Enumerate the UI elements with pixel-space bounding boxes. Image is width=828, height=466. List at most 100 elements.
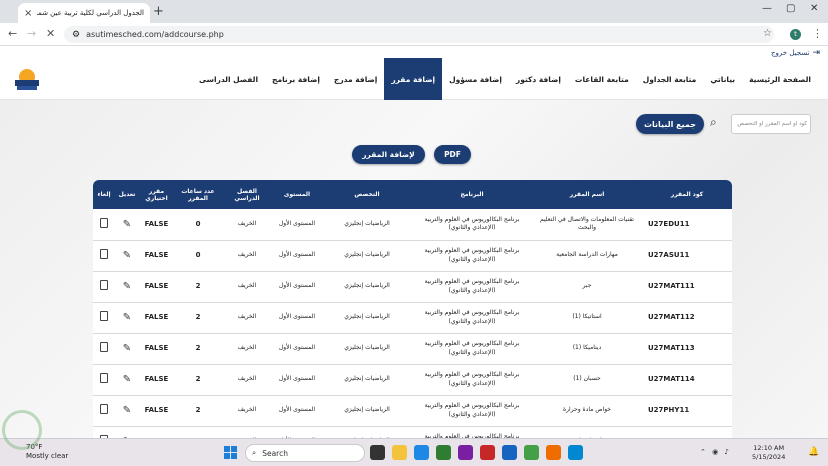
new-tab-button[interactable]: + bbox=[153, 4, 164, 19]
close-window-icon[interactable]: ✕ bbox=[810, 3, 818, 14]
search-input[interactable]: كود او اسم المقرر او التخصص bbox=[731, 114, 811, 134]
nav-item-4[interactable]: إضافة دكتور bbox=[509, 58, 568, 100]
cell-name: خواص مادة وحرارة bbox=[532, 395, 642, 427]
cell-elective: FALSE bbox=[139, 302, 174, 334]
cell-name: ديناميكا (1) bbox=[532, 333, 642, 365]
table-row: U27MAT111 جبر برنامج البكالوريوس في العلوم… bbox=[93, 271, 732, 303]
table-row: U27PHY11 خواص مادة وحرارة برنامج البكالوري… bbox=[93, 395, 732, 427]
delete-cell bbox=[93, 333, 115, 365]
cell-elective: FALSE bbox=[139, 240, 174, 272]
app-icon[interactable] bbox=[546, 445, 561, 460]
edit-icon[interactable]: ✎ bbox=[123, 250, 131, 261]
cell-hours: 2 bbox=[174, 302, 222, 334]
nav-item-8[interactable]: إضافة برنامج bbox=[265, 58, 327, 100]
delete-cell bbox=[93, 209, 115, 241]
cell-level: المستوى الأول bbox=[272, 209, 322, 241]
windows-taskbar: 70°F Mostly clear ⌕ Search ⌃ ◉ ♪ 12:10 A… bbox=[0, 438, 828, 466]
cell-spec: الرياضيات إنجليزي bbox=[322, 302, 412, 334]
app-icon[interactable] bbox=[568, 445, 583, 460]
cell-hours: 0 bbox=[174, 209, 222, 241]
cell-name: مهارات الدراسة الجامعية bbox=[532, 240, 642, 272]
browser-tab[interactable]: × الجدول الدراسي لكلية تربية عين شمس bbox=[18, 3, 150, 23]
edit-icon[interactable]: ✎ bbox=[123, 374, 131, 385]
cell-name: كيمياء عامة bbox=[532, 426, 642, 438]
delete-cell bbox=[93, 395, 115, 427]
edit-icon[interactable]: ✎ bbox=[123, 219, 131, 230]
browser-tab-bar: × الجدول الدراسي لكلية تربية عين شمس + —… bbox=[0, 0, 828, 23]
word-icon[interactable] bbox=[502, 445, 517, 460]
chrome-icon[interactable] bbox=[524, 445, 539, 460]
edit-icon[interactable]: ✎ bbox=[123, 405, 131, 416]
logout-link[interactable]: تسجيل خروج ⇥ bbox=[771, 48, 820, 58]
cell-spec: الرياضيات إنجليزي bbox=[322, 209, 412, 241]
all-data-button[interactable]: جميع البيانات bbox=[636, 114, 704, 134]
cell-program: برنامج البكالوريوس في العلوم والتربية (ا… bbox=[412, 240, 532, 272]
cell-name: حسبان (1) bbox=[532, 364, 642, 396]
delete-icon[interactable] bbox=[100, 279, 108, 290]
forward-icon[interactable]: → bbox=[27, 27, 36, 40]
profile-avatar[interactable]: t bbox=[790, 29, 801, 40]
edit-cell: ✎ bbox=[115, 209, 139, 241]
file-explorer-icon[interactable] bbox=[392, 445, 407, 460]
edge-icon[interactable] bbox=[414, 445, 429, 460]
add-course-button[interactable]: لإضافة المقرر bbox=[352, 145, 425, 164]
cell-spec: الرياضيات إنجليزي bbox=[322, 395, 412, 427]
delete-icon[interactable] bbox=[100, 217, 108, 228]
delete-icon[interactable] bbox=[100, 310, 108, 321]
bookmark-star-icon[interactable]: ☆ bbox=[763, 28, 772, 39]
delete-icon[interactable] bbox=[100, 248, 108, 259]
cell-name: جبر bbox=[532, 271, 642, 303]
cell-elective: FALSE bbox=[139, 395, 174, 427]
cell-spec: الرياضيات إنجليزي bbox=[322, 333, 412, 365]
delete-icon[interactable] bbox=[100, 403, 108, 414]
store-icon[interactable] bbox=[436, 445, 451, 460]
url-text: asutimesched.com/addcourse.php bbox=[86, 30, 224, 39]
delete-icon[interactable] bbox=[100, 341, 108, 352]
delete-icon[interactable] bbox=[100, 372, 108, 383]
nav-item-0[interactable]: الصفحة الرئيسية bbox=[742, 58, 818, 100]
nav-item-5[interactable]: إضافة مسؤول bbox=[442, 58, 509, 100]
cell-spec: الرياضيات إنجليزي bbox=[322, 240, 412, 272]
nav-item-3[interactable]: متابعة القاعات bbox=[568, 58, 636, 100]
maximize-icon[interactable]: ▢ bbox=[786, 3, 795, 14]
nav-item-6[interactable]: إضافة مقرر bbox=[384, 58, 443, 100]
app-icon[interactable] bbox=[458, 445, 473, 460]
delete-cell bbox=[93, 302, 115, 334]
taskbar-search[interactable]: ⌕ Search bbox=[245, 444, 365, 462]
cell-level: المستوى الأول bbox=[272, 240, 322, 272]
edit-icon[interactable]: ✎ bbox=[123, 343, 131, 354]
edit-cell: ✎ bbox=[115, 395, 139, 427]
edit-cell: ✎ bbox=[115, 302, 139, 334]
clock[interactable]: 12:10 AM 5/15/2024 bbox=[752, 444, 785, 462]
search-icon[interactable]: ⌕ bbox=[710, 115, 717, 130]
cell-code: U27CHEM11 bbox=[642, 426, 732, 438]
clock-date: 5/15/2024 bbox=[752, 453, 786, 462]
browser-menu-icon[interactable]: ⋮ bbox=[812, 27, 823, 40]
back-icon[interactable]: ← bbox=[8, 27, 17, 40]
table-row: U27MAT112 استاتيكا (1) برنامج البكالوريوس … bbox=[93, 302, 732, 334]
stop-icon[interactable]: ✕ bbox=[46, 27, 55, 40]
edit-icon[interactable]: ✎ bbox=[123, 312, 131, 323]
mail-icon[interactable] bbox=[480, 445, 495, 460]
edit-icon[interactable]: ✎ bbox=[123, 281, 131, 292]
cell-code: U27MAT111 bbox=[642, 271, 732, 303]
url-field[interactable]: ⚙ asutimesched.com/addcourse.php bbox=[64, 26, 774, 43]
pdf-button[interactable]: PDF bbox=[434, 145, 471, 164]
site-info-icon[interactable]: ⚙ bbox=[72, 30, 80, 40]
start-icon[interactable] bbox=[224, 446, 237, 459]
cell-level: المستوى الأول bbox=[272, 302, 322, 334]
column-header: اسم المقرر bbox=[532, 180, 642, 209]
cell-term: الخريف bbox=[222, 209, 272, 241]
cell-elective: FALSE bbox=[139, 364, 174, 396]
nav-item-9[interactable]: الفصل الدراسى bbox=[192, 58, 265, 100]
tab-close-icon[interactable]: × bbox=[24, 8, 32, 19]
cell-level: المستوى الأول bbox=[272, 271, 322, 303]
system-tray-icons[interactable]: ⌃ ◉ ♪ bbox=[700, 448, 731, 456]
nav-item-7[interactable]: إضافة مدرج bbox=[327, 58, 384, 100]
minimize-icon[interactable]: — bbox=[762, 3, 772, 14]
nav-item-1[interactable]: بياناتي bbox=[703, 58, 742, 100]
task-view-icon[interactable] bbox=[370, 445, 385, 460]
notification-icon[interactable]: 🔔 bbox=[808, 447, 819, 457]
nav-item-2[interactable]: متابعة الجداول bbox=[636, 58, 704, 100]
cell-elective: FALSE bbox=[139, 333, 174, 365]
